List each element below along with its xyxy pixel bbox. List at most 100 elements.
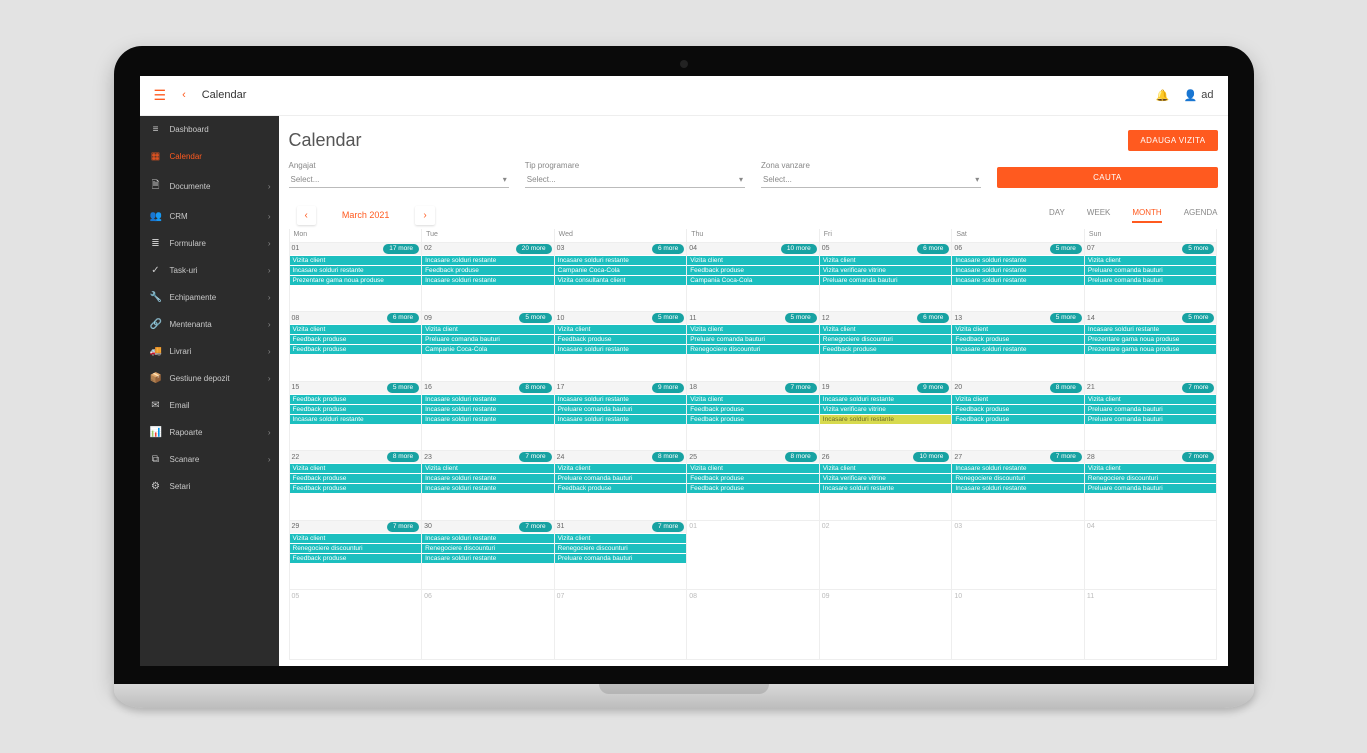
calendar-event[interactable]: Preluare comanda bauturi <box>1085 484 1217 493</box>
bell-icon[interactable]: 🔔 <box>1156 89 1170 102</box>
calendar-event[interactable]: Vizita client <box>1085 256 1217 265</box>
view-agenda[interactable]: AGENDA <box>1184 208 1218 223</box>
calendar-event[interactable]: Vizita client <box>290 325 422 334</box>
calendar-event[interactable]: Incasare solduri restante <box>422 276 554 285</box>
calendar-event[interactable]: Renegociere discounturi <box>820 335 952 344</box>
sidebar-item-gestiune-depozit[interactable]: 📦Gestiune depozit› <box>140 365 279 392</box>
sidebar-item-scanare[interactable]: ⧉Scanare› <box>140 446 279 473</box>
calendar-event[interactable]: Vizita verificare vitrine <box>820 266 952 275</box>
sidebar-item-livrari[interactable]: 🚚Livrari› <box>140 338 279 365</box>
calendar-cell[interactable]: 0117 moreVizita clientIncasare solduri r… <box>290 243 423 313</box>
calendar-event[interactable]: Incasare solduri restante <box>1085 325 1217 334</box>
calendar-event[interactable]: Preluare comanda bauturi <box>555 474 687 483</box>
view-day[interactable]: DAY <box>1049 208 1065 223</box>
search-button[interactable]: CAUTA <box>997 167 1217 188</box>
calendar-cell[interactable]: 297 moreVizita clientRenegociere discoun… <box>290 521 423 591</box>
sidebar-item-task-uri[interactable]: ✓Task-uri› <box>140 257 279 284</box>
calendar-cell[interactable]: 155 moreFeedback produseFeedback produse… <box>290 382 423 452</box>
calendar-cell[interactable]: 01 <box>687 521 820 591</box>
more-pill[interactable]: 7 more <box>1182 452 1214 462</box>
calendar-event[interactable]: Incasare solduri restante <box>820 484 952 493</box>
calendar-event[interactable]: Incasare solduri restante <box>422 405 554 414</box>
calendar-event[interactable]: Incasare solduri restante <box>820 415 952 424</box>
calendar-event[interactable]: Vizita client <box>820 464 952 473</box>
calendar-event[interactable]: Preluare comanda bauturi <box>820 276 952 285</box>
calendar-event[interactable]: Preluare comanda bauturi <box>555 554 687 563</box>
calendar-event[interactable]: Incasare solduri restante <box>422 395 554 404</box>
calendar-cell[interactable]: 179 moreIncasare solduri restantePreluar… <box>555 382 688 452</box>
calendar-event[interactable]: Vizita client <box>422 325 554 334</box>
calendar-event[interactable]: Feedback produse <box>952 335 1084 344</box>
calendar-event[interactable]: Vizita client <box>952 325 1084 334</box>
calendar-event[interactable]: Incasare solduri restante <box>952 345 1084 354</box>
more-pill[interactable]: 8 more <box>652 452 684 462</box>
calendar-event[interactable]: Vizita client <box>290 534 422 543</box>
calendar-event[interactable]: Feedback produse <box>687 484 819 493</box>
more-pill[interactable]: 9 more <box>652 383 684 393</box>
more-pill[interactable]: 17 more <box>383 244 419 254</box>
calendar-cell[interactable]: 05 <box>290 590 423 660</box>
calendar-cell[interactable]: 126 moreVizita clientRenegociere discoun… <box>820 312 953 382</box>
calendar-cell[interactable]: 02 <box>820 521 953 591</box>
more-pill[interactable]: 7 more <box>652 522 684 532</box>
calendar-event[interactable]: Feedback produse <box>820 345 952 354</box>
calendar-cell[interactable]: 105 moreVizita clientFeedback produseInc… <box>555 312 688 382</box>
calendar-event[interactable]: Incasare solduri restante <box>555 395 687 404</box>
angajat-select[interactable]: Select... ▾ <box>289 172 509 188</box>
calendar-event[interactable]: Campania Coca-Cola <box>687 276 819 285</box>
calendar-cell[interactable]: 086 moreVizita clientFeedback produseFee… <box>290 312 423 382</box>
calendar-event[interactable]: Feedback produse <box>687 405 819 414</box>
more-pill[interactable]: 20 more <box>516 244 552 254</box>
calendar-cell[interactable]: 115 moreVizita clientPreluare comanda ba… <box>687 312 820 382</box>
more-pill[interactable]: 8 more <box>785 452 817 462</box>
calendar-event[interactable]: Incasare solduri restante <box>422 415 554 424</box>
calendar-cell[interactable]: 10 <box>952 590 1085 660</box>
calendar-event[interactable]: Vizita verificare vitrine <box>820 405 952 414</box>
calendar-cell[interactable]: 07 <box>555 590 688 660</box>
calendar-event[interactable]: Incasare solduri restante <box>555 256 687 265</box>
add-visit-button[interactable]: ADAUGA VIZITA <box>1128 130 1217 151</box>
calendar-event[interactable]: Feedback produse <box>290 554 422 563</box>
calendar-event[interactable]: Vizita client <box>687 464 819 473</box>
calendar-event[interactable]: Feedback produse <box>290 395 422 404</box>
calendar-event[interactable]: Incasare solduri restante <box>952 464 1084 473</box>
calendar-event[interactable]: Vizita client <box>820 256 952 265</box>
cal-next-button[interactable]: › <box>415 206 434 225</box>
calendar-event[interactable]: Feedback produse <box>290 345 422 354</box>
more-pill[interactable]: 5 more <box>1182 244 1214 254</box>
sidebar-item-crm[interactable]: 👥CRM› <box>140 203 279 230</box>
calendar-cell[interactable]: 237 moreVizita clientIncasare solduri re… <box>422 451 555 521</box>
more-pill[interactable]: 5 more <box>1182 313 1214 323</box>
calendar-event[interactable]: Feedback produse <box>952 415 1084 424</box>
calendar-event[interactable]: Feedback produse <box>290 474 422 483</box>
more-pill[interactable]: 7 more <box>519 522 551 532</box>
calendar-event[interactable]: Renegociere discounturi <box>1085 474 1217 483</box>
calendar-event[interactable]: Vizita client <box>1085 395 1217 404</box>
sidebar-item-documente[interactable]: 🗎Documente› <box>140 170 279 203</box>
calendar-event[interactable]: Preluare comanda bauturi <box>1085 266 1217 275</box>
cal-prev-button[interactable]: ‹ <box>297 206 316 225</box>
calendar-cell[interactable]: 0220 moreIncasare solduri restanteFeedba… <box>422 243 555 313</box>
sidebar-item-mentenanta[interactable]: 🔗Mentenanta› <box>140 311 279 338</box>
calendar-cell[interactable]: 04 <box>1085 521 1218 591</box>
sidebar-item-formulare[interactable]: ≣Formulare› <box>140 230 279 257</box>
more-pill[interactable]: 5 more <box>1050 244 1082 254</box>
calendar-event[interactable]: Feedback produse <box>555 335 687 344</box>
calendar-event[interactable]: Preluare comanda bauturi <box>555 405 687 414</box>
calendar-event[interactable]: Incasare solduri restante <box>290 266 422 275</box>
calendar-event[interactable]: Vizita client <box>687 325 819 334</box>
calendar-event[interactable]: Feedback produse <box>687 415 819 424</box>
calendar-cell[interactable]: 307 moreIncasare solduri restanteRenegoc… <box>422 521 555 591</box>
view-week[interactable]: WEEK <box>1087 208 1111 223</box>
more-pill[interactable]: 6 more <box>917 313 949 323</box>
more-pill[interactable]: 6 more <box>917 244 949 254</box>
more-pill[interactable]: 5 more <box>519 313 551 323</box>
user-menu[interactable]: 👤 ad <box>1184 89 1214 102</box>
calendar-event[interactable]: Incasare solduri restante <box>952 276 1084 285</box>
calendar-cell[interactable]: 248 moreVizita clientPreluare comanda ba… <box>555 451 688 521</box>
calendar-event[interactable]: Vizita client <box>422 464 554 473</box>
calendar-event[interactable]: Vizita client <box>687 395 819 404</box>
calendar-event[interactable]: Feedback produse <box>290 405 422 414</box>
more-pill[interactable]: 5 more <box>1050 313 1082 323</box>
calendar-event[interactable]: Vizita client <box>687 256 819 265</box>
